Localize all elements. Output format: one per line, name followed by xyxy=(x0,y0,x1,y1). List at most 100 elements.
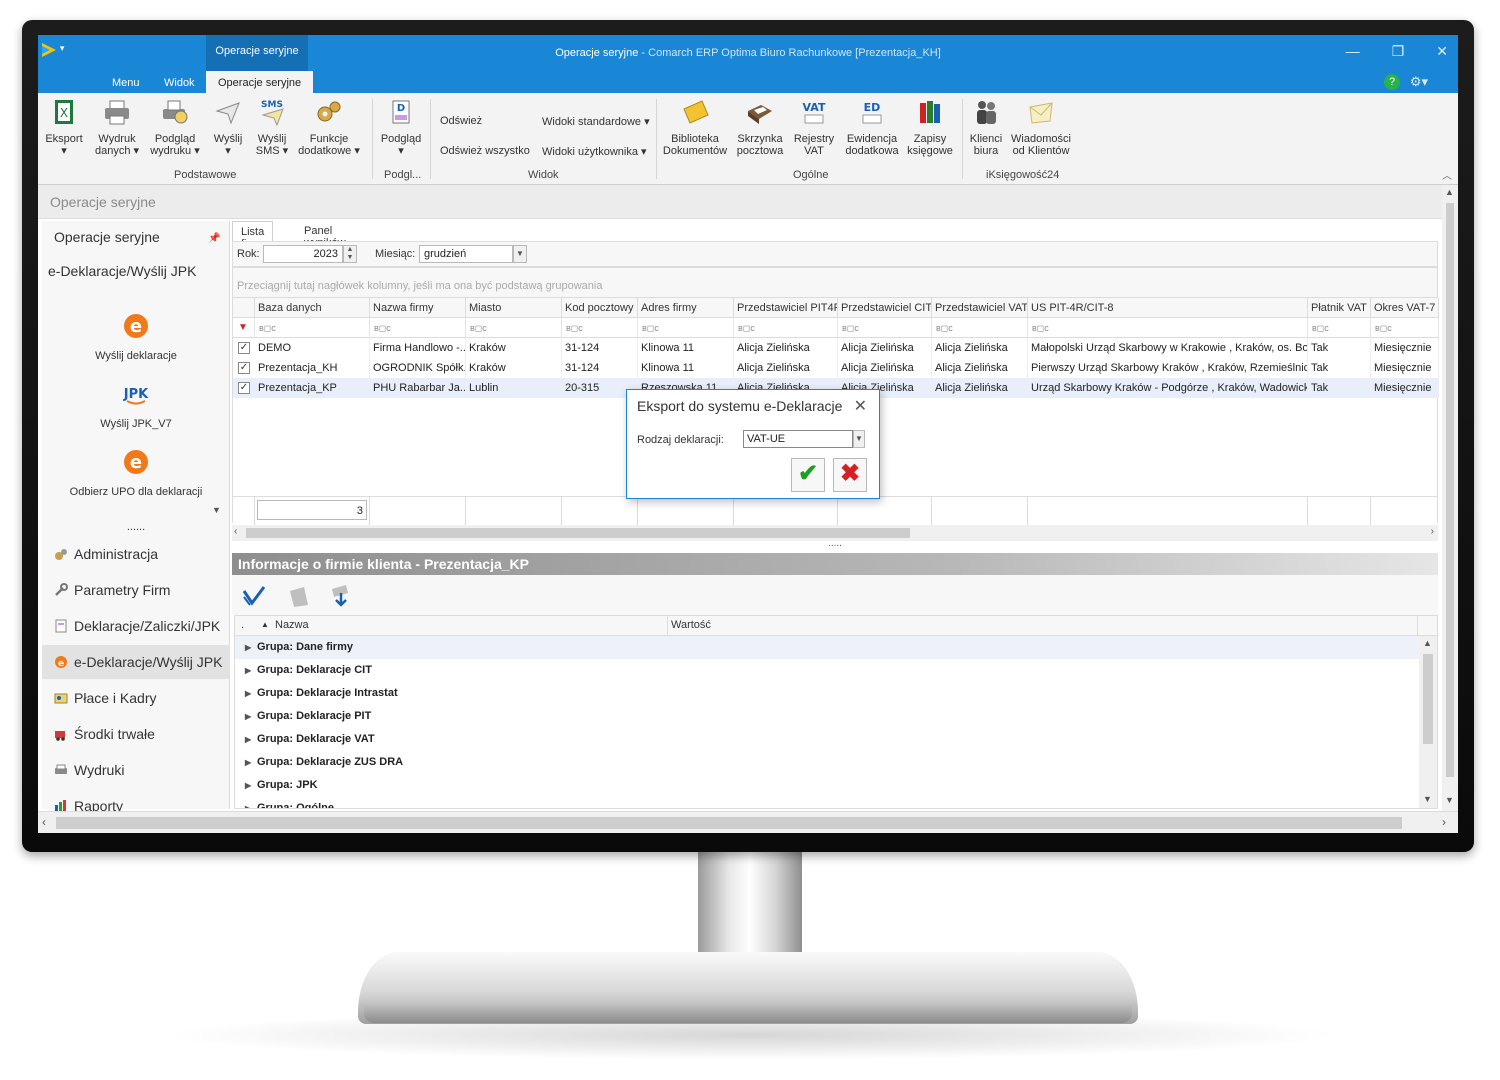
column-header[interactable]: Miasto xyxy=(466,298,562,318)
column-header[interactable]: Adres firmy xyxy=(638,298,734,318)
sidebar-more[interactable]: ...... xyxy=(42,521,230,533)
filter-cell[interactable]: ʙ◻c xyxy=(638,318,734,338)
scroll-left-icon[interactable]: ‹ xyxy=(234,526,237,537)
scroll-right-icon[interactable]: › xyxy=(1442,815,1446,829)
send-jpk-v7-tile[interactable]: JPK Wyślij JPK_V7 xyxy=(42,379,230,430)
row-checkbox[interactable]: ✓ xyxy=(238,342,250,354)
scroll-up-icon[interactable]: ▲ xyxy=(1423,638,1432,648)
tree-group-row[interactable]: ▶ Grupa: Deklaracje VAT xyxy=(235,728,1419,751)
main-vertical-scrollbar[interactable]: ▲ ▼ xyxy=(1442,185,1458,811)
tree-group-row[interactable]: ▶ Grupa: Deklaracje CIT xyxy=(235,659,1419,682)
filter-cell[interactable]: ʙ◻c xyxy=(838,318,932,338)
collapse-all-icon[interactable] xyxy=(286,583,314,609)
chevron-down-icon[interactable]: ▼ xyxy=(513,245,527,263)
filter-cell[interactable]: ʙ◻c xyxy=(1308,318,1371,338)
document-library-button[interactable]: Biblioteka Dokumentów xyxy=(662,97,728,157)
print-data-button[interactable]: Wydruk danych ▾ xyxy=(92,97,142,157)
expand-all-icon[interactable] xyxy=(240,583,268,609)
select-column-header[interactable] xyxy=(233,298,255,318)
import-down-icon[interactable] xyxy=(326,583,354,609)
sidebar-item-wydruki[interactable]: Wydruki xyxy=(42,753,230,787)
filter-cell[interactable]: ʙ◻c xyxy=(255,318,370,338)
export-button[interactable]: X Eksport ▾ xyxy=(42,97,86,157)
filter-cell[interactable]: ʙ◻c xyxy=(734,318,838,338)
scroll-down-icon[interactable]: ▼ xyxy=(1445,795,1454,805)
globe-icon[interactable]: ⚙▾ xyxy=(1410,74,1428,90)
send-declarations-tile[interactable]: e Wyślij deklaracje xyxy=(42,311,230,362)
restore-icon[interactable]: ❐ xyxy=(1392,43,1405,60)
scroll-left-icon[interactable]: ‹ xyxy=(42,815,46,829)
accounting-entries-button[interactable]: Zapisy księgowe xyxy=(906,97,954,157)
print-preview-button[interactable]: Podgląd wydruku ▾ xyxy=(148,97,202,157)
tree-group-row[interactable]: ▶ Grupa: JPK xyxy=(235,774,1419,797)
tree-column-value[interactable]: Wartość xyxy=(671,619,711,631)
additional-functions-button[interactable]: Funkcje dodatkowe ▾ xyxy=(296,97,362,157)
tree-vertical-scrollbar[interactable]: ▲ ▼ xyxy=(1419,636,1437,808)
sidebar-item-place-i-kadry[interactable]: Płace i Kadry xyxy=(42,681,230,715)
sidebar-expand-icon[interactable]: ▼ xyxy=(212,505,221,515)
table-row[interactable]: ✓ DEMO Firma Handlowo -... Kraków 31-124 Klin… xyxy=(233,338,1439,358)
column-header[interactable]: Płatnik VAT xyxy=(1308,298,1371,318)
main-horizontal-scrollbar[interactable]: ‹ › xyxy=(38,811,1458,833)
column-header[interactable]: Przedstawiciel VAT xyxy=(932,298,1028,318)
tree-group-row[interactable]: ▶ Grupa: Deklaracje Intrastat xyxy=(235,682,1419,705)
preview-button[interactable]: D Podgląd ▾ xyxy=(378,97,424,157)
filter-cell[interactable]: ʙ◻c xyxy=(1371,318,1439,338)
collapse-ribbon-icon[interactable]: ︿ xyxy=(1442,167,1452,182)
refresh-all-button[interactable]: Odśwież wszystko xyxy=(440,145,530,157)
mailbox-button[interactable]: Skrzynka pocztowa xyxy=(732,97,788,157)
expand-arrow-icon[interactable]: ▶ xyxy=(245,666,251,675)
column-header[interactable]: Przedstawiciel CIT xyxy=(838,298,932,318)
panel-splitter[interactable]: ..... xyxy=(232,539,1438,551)
sidebar-item-administracja[interactable]: Administracja xyxy=(42,537,230,571)
sidebar-item-parametry-firm[interactable]: Parametry Firm xyxy=(42,573,230,607)
send-sms-button[interactable]: SMS Wyślij SMS ▾ xyxy=(250,97,294,157)
declaration-type-select[interactable]: VAT-UE xyxy=(743,430,853,448)
send-button[interactable]: Wyślij ▾ xyxy=(208,97,248,157)
scroll-down-icon[interactable]: ▼ xyxy=(1423,794,1432,804)
sidebar-item-srodki-trwale[interactable]: Środki trwałe xyxy=(42,717,230,751)
sidebar-item-e-deklaracje[interactable]: e e-Deklaracje/Wyślij JPK xyxy=(42,645,230,679)
menu-item-widok[interactable]: Widok xyxy=(164,77,195,89)
scroll-thumb[interactable] xyxy=(1446,203,1454,777)
column-header[interactable]: Okres VAT-7 xyxy=(1371,298,1439,318)
sidebar-item-deklaracje[interactable]: Deklaracje/Zaliczki/JPK xyxy=(42,609,230,643)
row-checkbox[interactable]: ✓ xyxy=(238,382,250,394)
standard-views-button[interactable]: Widoki standardowe ▾ xyxy=(542,115,650,128)
filter-cell[interactable]: ʙ◻c xyxy=(1028,318,1308,338)
month-select[interactable]: grudzień xyxy=(419,245,513,263)
close-icon[interactable]: ✕ xyxy=(1436,43,1448,60)
year-input[interactable]: 2023 xyxy=(263,245,343,263)
user-views-button[interactable]: Widoki użytkownika ▾ xyxy=(542,145,647,158)
close-icon[interactable]: ✕ xyxy=(854,396,867,416)
menu-item-operacje-seryjne[interactable]: Operacje seryjne xyxy=(206,71,314,93)
scroll-thumb[interactable] xyxy=(246,528,910,538)
scroll-up-icon[interactable]: ▲ xyxy=(1445,187,1454,197)
chevron-down-icon[interactable]: ▼ xyxy=(853,430,865,448)
tree-group-row[interactable]: ▶ Grupa: Deklaracje ZUS DRA xyxy=(235,751,1419,774)
expand-arrow-icon[interactable]: ▶ xyxy=(245,689,251,698)
filter-cell[interactable]: ʙ◻c xyxy=(466,318,562,338)
additional-records-button[interactable]: ED Ewidencja dodatkowa xyxy=(842,97,902,157)
cancel-button[interactable]: ✖ xyxy=(833,458,867,492)
vat-registers-button[interactable]: VAT Rejestry VAT xyxy=(790,97,838,157)
help-icon[interactable]: ? xyxy=(1384,74,1400,90)
tree-column-name[interactable]: Nazwa xyxy=(275,619,309,631)
receive-upo-tile[interactable]: e Odbierz UPO dla deklaracji xyxy=(42,447,230,498)
filter-cell[interactable]: ʙ◻c xyxy=(370,318,466,338)
table-row[interactable]: ✓ Prezentacja_KH OGRODNIK Spółk... Kraków 31… xyxy=(233,358,1439,378)
column-header[interactable]: Nazwa firmy xyxy=(370,298,466,318)
office-clients-button[interactable]: Klienci biura xyxy=(966,97,1006,157)
filter-cell[interactable]: ʙ◻c xyxy=(562,318,638,338)
filter-funnel-icon[interactable]: ▼ xyxy=(233,318,255,338)
expand-arrow-icon[interactable]: ▶ xyxy=(245,735,251,744)
filter-cell[interactable]: ʙ◻c xyxy=(932,318,1028,338)
row-checkbox[interactable]: ✓ xyxy=(238,362,250,374)
tab-lista-firm[interactable]: Lista firm xyxy=(232,221,274,250)
expand-arrow-icon[interactable]: ▶ xyxy=(245,804,251,808)
expand-arrow-icon[interactable]: ▶ xyxy=(245,643,251,652)
column-header[interactable]: US PIT-4R/CIT-8 xyxy=(1028,298,1308,318)
expand-arrow-icon[interactable]: ▶ xyxy=(245,758,251,767)
expand-arrow-icon[interactable]: ▶ xyxy=(245,781,251,790)
refresh-button[interactable]: Odśwież xyxy=(440,115,482,127)
